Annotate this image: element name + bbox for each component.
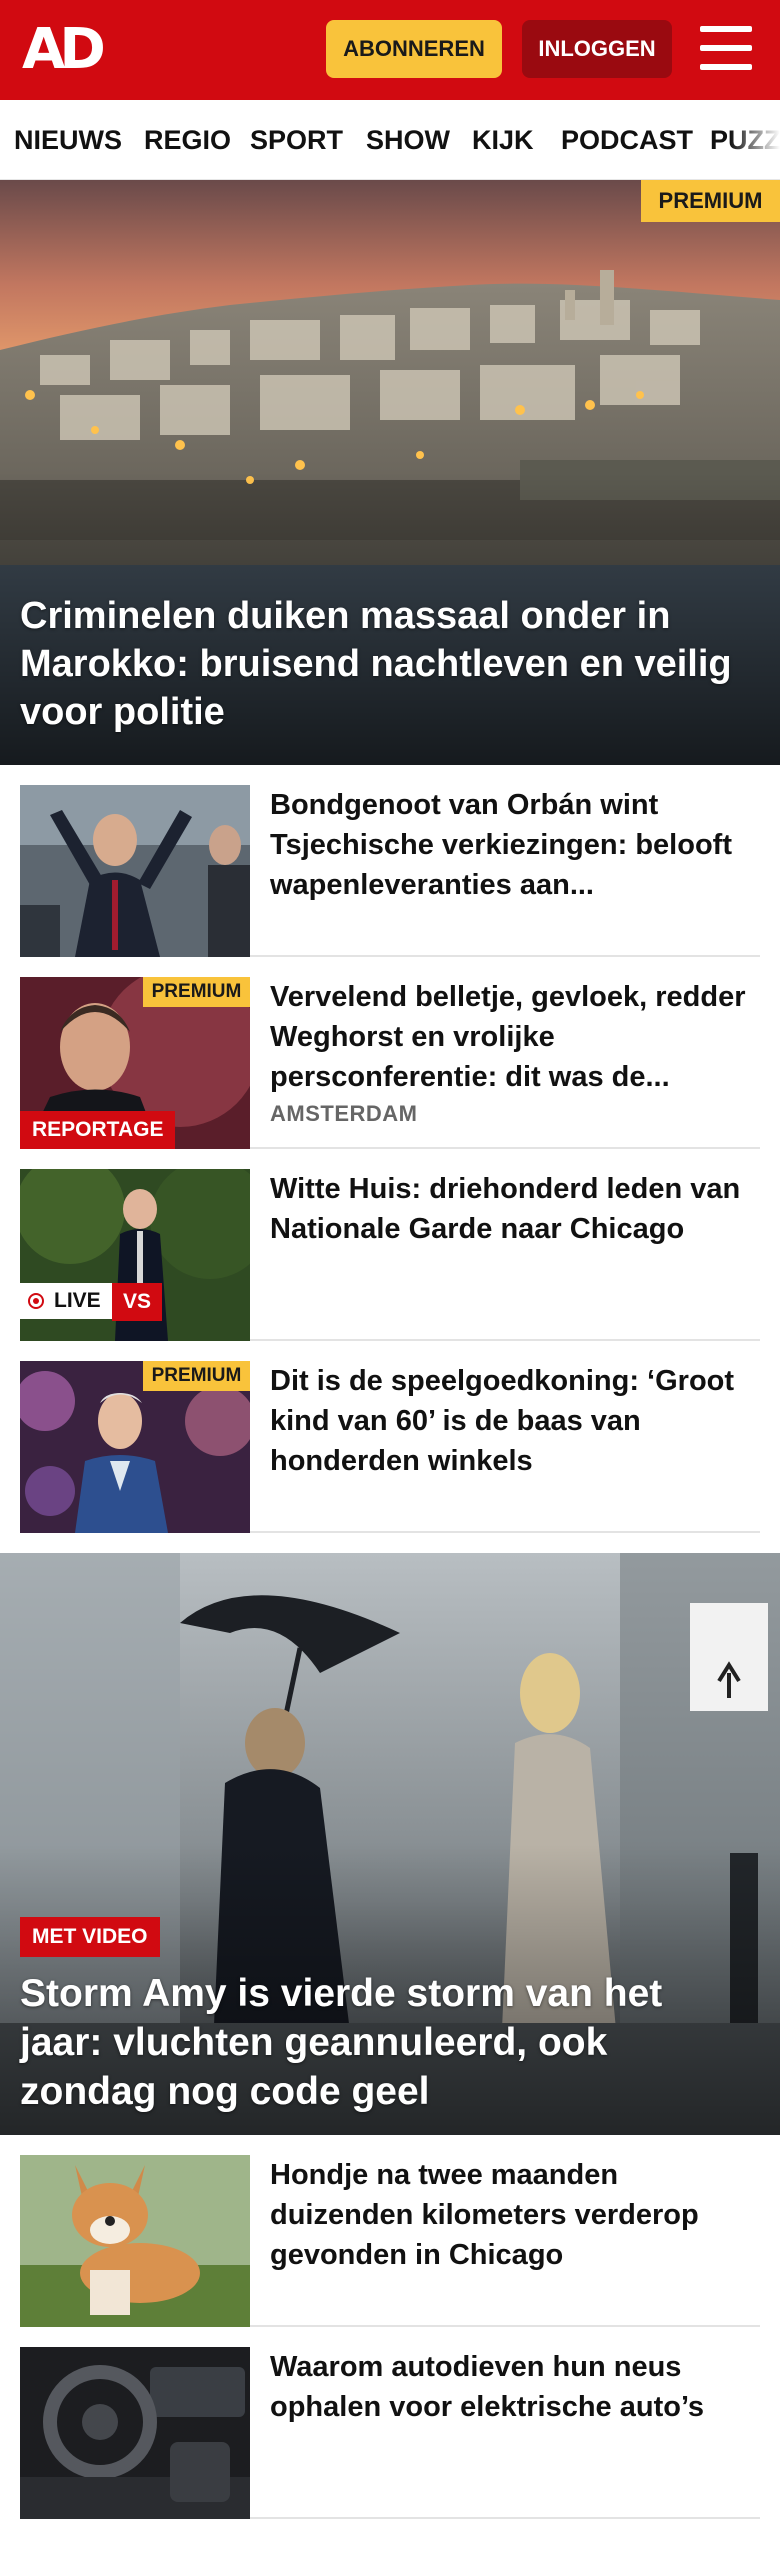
article-thumbnail [20, 785, 250, 957]
hamburger-menu-icon[interactable] [700, 26, 752, 70]
article-title[interactable]: Vervelend belletje, gevloek, redder Wegh… [270, 977, 760, 1097]
article-title[interactable]: Witte Huis: driehonderd leden van Nation… [270, 1169, 760, 1249]
login-button[interactable]: INLOGGEN [522, 20, 672, 78]
reportage-label: REPORTAGE [20, 1111, 176, 1149]
nav-item-podcast[interactable]: PODCAST [561, 100, 693, 179]
article-title[interactable]: Waarom autodieven hun neus ophalen voor … [270, 2347, 760, 2427]
article-item[interactable]: Waarom autodieven hun neus ophalen voor … [20, 2327, 760, 2519]
premium-badge: PREMIUM [143, 1361, 250, 1391]
article-thumbnail [20, 2155, 250, 2327]
nav-item-regio[interactable]: REGIO [144, 100, 231, 179]
storm-article[interactable]: MET VIDEO Storm Amy is vierde storm van … [0, 1553, 780, 2135]
nav-fade [730, 100, 780, 179]
section-nav: NIEUWS REGIO SPORT SHOW KIJK PODCAST PUZ… [0, 100, 780, 180]
nav-item-nieuws[interactable]: NIEUWS [14, 100, 122, 179]
hero-article[interactable]: PREMIUM Criminelen duiken massaal onder … [0, 180, 780, 765]
ad-logo[interactable]: AD [22, 22, 122, 78]
site-header: AD ABONNEREN INLOGGEN [0, 0, 780, 100]
article-location: AMSTERDAM [270, 1101, 418, 1126]
live-label: LIVE [54, 1289, 101, 1312]
article-item[interactable]: LIVE VS Witte Huis: driehonderd leden va… [20, 1149, 760, 1341]
nav-item-show[interactable]: SHOW [366, 100, 450, 179]
article-title[interactable]: Hondje na twee maanden duizenden kilomet… [270, 2155, 760, 2275]
article-title[interactable]: Dit is de speelgoedkoning: ‘Groot kind v… [270, 1361, 760, 1481]
article-item[interactable]: PREMIUM Dit is de speelgoedkoning: ‘Groo… [20, 1341, 760, 1533]
premium-badge: PREMIUM [641, 180, 780, 222]
live-badge: LIVE [20, 1283, 112, 1319]
article-item[interactable]: Hondje na twee maanden duizenden kilomet… [20, 2135, 760, 2327]
article-item[interactable]: PREMIUM REPORTAGE Vervelend belletje, ge… [20, 957, 760, 1149]
article-item[interactable]: Bondgenoot van Orbán wint Tsjechische ve… [20, 765, 760, 957]
nav-item-kijk[interactable]: KIJK [472, 100, 534, 179]
article-title[interactable]: Bondgenoot van Orbán wint Tsjechische ve… [270, 785, 760, 905]
live-dot-icon [28, 1293, 44, 1309]
premium-badge: PREMIUM [143, 977, 250, 1007]
subscribe-button[interactable]: ABONNEREN [326, 20, 502, 78]
article-thumbnail [20, 2347, 250, 2519]
hero-headline[interactable]: Criminelen duiken massaal onder in Marok… [20, 592, 740, 736]
video-label: MET VIDEO [20, 1917, 160, 1957]
region-tag: VS [112, 1283, 162, 1321]
nav-item-sport[interactable]: SPORT [250, 100, 343, 179]
storm-headline[interactable]: Storm Amy is vierde storm van het jaar: … [20, 1969, 750, 2116]
